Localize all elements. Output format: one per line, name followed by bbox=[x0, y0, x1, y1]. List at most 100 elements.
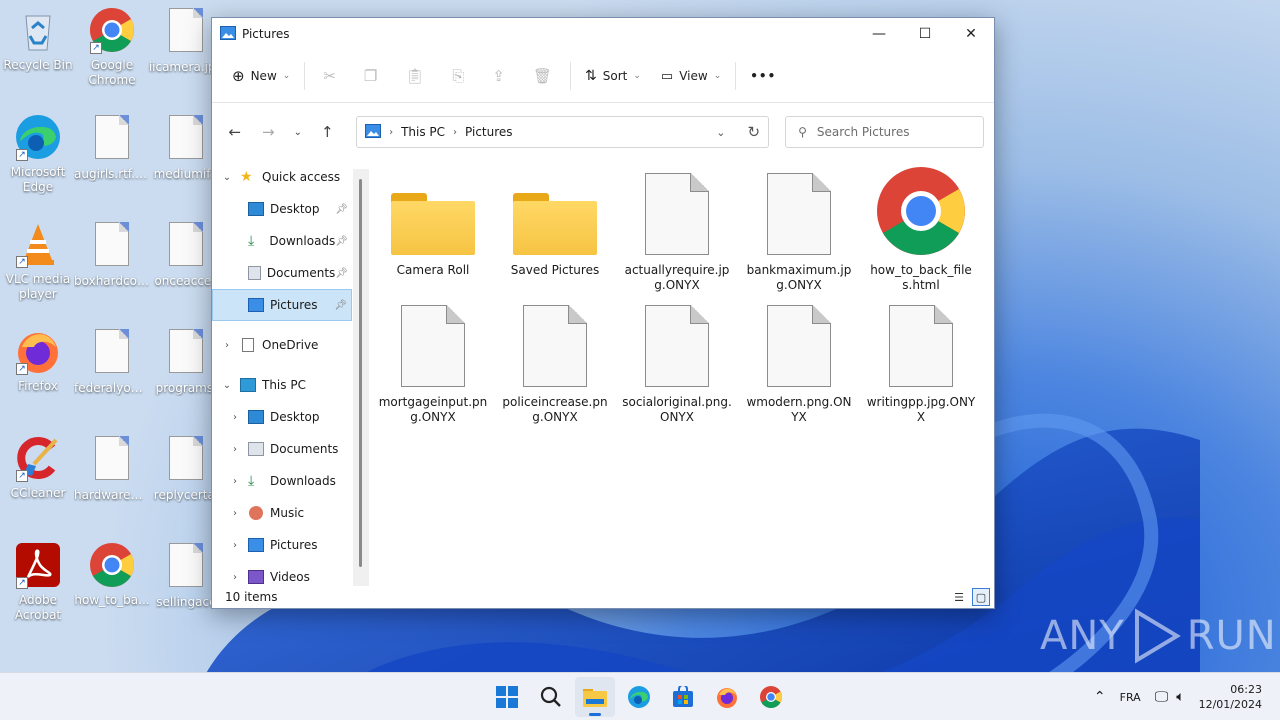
nav-qa-pictures[interactable]: Pictures 📌︎ bbox=[212, 289, 352, 321]
scissors-icon: ✂ bbox=[323, 67, 336, 85]
desktop-icon-file[interactable]: boxhardcor... bbox=[74, 220, 150, 289]
cut-button[interactable]: ✂ bbox=[309, 60, 350, 92]
shortcut-arrow-icon: ↗ bbox=[16, 256, 28, 268]
minimize-button[interactable]: — bbox=[856, 18, 902, 50]
desktop-icon-label: VLC media player bbox=[5, 272, 71, 301]
file-item[interactable]: bankmaximum.jpg.ONYX bbox=[744, 167, 854, 293]
paste-button[interactable]: 📋︎ bbox=[391, 60, 438, 92]
details-view-button[interactable]: ☰ bbox=[950, 588, 968, 606]
back-button[interactable]: ← bbox=[220, 117, 249, 147]
watermark-text-any: ANY bbox=[1040, 613, 1125, 659]
delete-button[interactable]: 🗑︎ bbox=[519, 60, 566, 92]
firefox-button[interactable] bbox=[707, 677, 747, 717]
file-item-html[interactable]: how_to_back_files.html bbox=[866, 167, 976, 293]
file-icon bbox=[169, 436, 203, 480]
desktop-icon-file[interactable]: hardwarepr... bbox=[74, 434, 150, 503]
refresh-icon[interactable]: ↻ bbox=[748, 123, 761, 141]
desktop-icon-recycle-bin[interactable]: Recycle Bin bbox=[0, 6, 76, 73]
store-button[interactable] bbox=[663, 677, 703, 717]
file-icon bbox=[889, 305, 953, 387]
file-icon bbox=[169, 222, 203, 266]
list-icon: ☰ bbox=[954, 590, 964, 604]
nav-quick-access[interactable]: ⌄ ★ Quick access bbox=[212, 161, 352, 193]
breadcrumb-this-pc[interactable]: This PC bbox=[401, 125, 445, 139]
desktop-icon-ccleaner[interactable]: ↗ CCleaner bbox=[0, 434, 76, 501]
forward-button[interactable]: → bbox=[253, 117, 282, 147]
nav-pc-downloads[interactable]: › ⤓ Downloads bbox=[212, 465, 352, 497]
nav-label: OneDrive bbox=[262, 338, 319, 352]
maximize-button[interactable]: ☐ bbox=[902, 18, 948, 50]
nav-qa-documents[interactable]: Documents 📌︎ bbox=[212, 257, 352, 289]
nav-pc-videos[interactable]: › Videos bbox=[212, 561, 352, 588]
nav-pc-pictures[interactable]: › Pictures bbox=[212, 529, 352, 561]
recent-locations-button[interactable]: ⌄ bbox=[287, 117, 309, 147]
file-item-folder[interactable]: Camera Roll bbox=[378, 167, 488, 278]
chevron-right-icon: › bbox=[233, 475, 237, 487]
search-button[interactable] bbox=[531, 677, 571, 717]
file-explorer-button[interactable] bbox=[575, 677, 615, 717]
file-icon bbox=[401, 305, 465, 387]
file-item-folder[interactable]: Saved Pictures bbox=[500, 167, 610, 278]
trash-icon: 🗑︎ bbox=[532, 67, 553, 85]
desktop-icon-file[interactable]: augirls.rtf.O... bbox=[74, 113, 150, 182]
desktop-icon-vlc[interactable]: ↗ VLC media player bbox=[0, 220, 76, 302]
desktop-icon-firefox[interactable]: ↗ Firefox bbox=[0, 327, 76, 394]
arrow-left-icon: ← bbox=[228, 123, 242, 141]
desktop-icon-acrobat[interactable]: ↗ Adobe Acrobat bbox=[0, 541, 76, 623]
tiles-icon: ▢ bbox=[975, 590, 987, 604]
nav-scrollbar[interactable] bbox=[353, 169, 369, 589]
close-button[interactable]: ✕ bbox=[948, 18, 994, 50]
volume-icon[interactable]: 🔈︎ bbox=[1176, 689, 1184, 705]
file-item[interactable]: actuallyrequire.jpg.ONYX bbox=[622, 167, 732, 293]
large-icons-view-button[interactable]: ▢ bbox=[972, 588, 990, 606]
nav-pc-documents[interactable]: › Documents bbox=[212, 433, 352, 465]
desktop-icon-edge[interactable]: ↗ Microsoft Edge bbox=[0, 113, 76, 195]
new-button[interactable]: ⊕ New ⌄ bbox=[222, 60, 300, 92]
address-history-chevron-icon[interactable]: ⌄ bbox=[716, 126, 725, 139]
nav-onedrive[interactable]: › OneDrive bbox=[212, 329, 352, 361]
new-label: New bbox=[250, 69, 277, 83]
pin-icon: 📌︎ bbox=[335, 203, 348, 215]
sort-button[interactable]: ⇅ Sort ⌄ bbox=[575, 60, 651, 92]
nav-pc-desktop[interactable]: › Desktop bbox=[212, 401, 352, 433]
navigation-pane: ⌄ ★ Quick access Desktop 📌︎ ⤓ Downloads … bbox=[212, 161, 352, 588]
breadcrumb-pictures[interactable]: Pictures bbox=[465, 125, 513, 139]
desktop-icon-chrome-html[interactable]: how_to_ba... bbox=[74, 541, 150, 608]
language-indicator[interactable]: FRA bbox=[1120, 691, 1141, 704]
chrome-button[interactable] bbox=[751, 677, 791, 717]
desktop-icon-chrome[interactable]: ↗ Google Chrome bbox=[74, 6, 150, 88]
start-button[interactable] bbox=[487, 677, 527, 717]
address-bar[interactable]: › This PC › Pictures ⌄ ↻ bbox=[356, 116, 770, 148]
firefox-icon: ↗ bbox=[14, 327, 62, 375]
nav-label: This PC bbox=[262, 378, 306, 392]
file-item[interactable]: socialoriginal.png.ONYX bbox=[622, 299, 732, 425]
file-item[interactable]: policeincrease.png.ONYX bbox=[500, 299, 610, 425]
file-icon bbox=[523, 305, 587, 387]
file-item[interactable]: wmodern.png.ONYX bbox=[744, 299, 854, 425]
show-hidden-icons-button[interactable]: ⌃ bbox=[1094, 689, 1106, 705]
more-options-button[interactable]: ••• bbox=[740, 60, 786, 92]
file-item[interactable]: writingpp.jpg.ONYX bbox=[866, 299, 976, 425]
nav-qa-desktop[interactable]: Desktop 📌︎ bbox=[212, 193, 352, 225]
network-icon[interactable]: 🖵︎ bbox=[1155, 689, 1169, 705]
desktop-icon bbox=[248, 202, 264, 216]
nav-label: Documents bbox=[270, 442, 339, 456]
search-box[interactable]: ⚲ Search Pictures bbox=[785, 116, 985, 148]
chevron-right-icon: › bbox=[233, 507, 237, 519]
file-name: mortgageinput.png.ONYX bbox=[378, 395, 488, 424]
copy-button[interactable]: ❐ bbox=[350, 60, 391, 92]
up-button[interactable]: ↑ bbox=[313, 117, 342, 147]
view-button[interactable]: ▭ View ⌄ bbox=[651, 60, 731, 92]
edge-icon: ↗ bbox=[14, 113, 62, 161]
share-button[interactable]: ⇪ bbox=[478, 60, 519, 92]
title-bar[interactable]: Pictures — ☐ ✕ bbox=[212, 18, 994, 50]
edge-button[interactable] bbox=[619, 677, 659, 717]
rename-button[interactable]: ⎘ bbox=[438, 60, 478, 92]
desktop-icon-file[interactable]: federalyou.... bbox=[74, 327, 150, 396]
scrollbar-thumb[interactable] bbox=[359, 179, 362, 567]
nav-qa-downloads[interactable]: ⤓ Downloads 📌︎ bbox=[212, 225, 352, 257]
nav-pc-music[interactable]: › Music bbox=[212, 497, 352, 529]
file-item[interactable]: mortgageinput.png.ONYX bbox=[378, 299, 488, 425]
clock[interactable]: 06:23 12/01/2024 bbox=[1199, 682, 1262, 712]
nav-this-pc[interactable]: ⌄ This PC bbox=[212, 369, 352, 401]
